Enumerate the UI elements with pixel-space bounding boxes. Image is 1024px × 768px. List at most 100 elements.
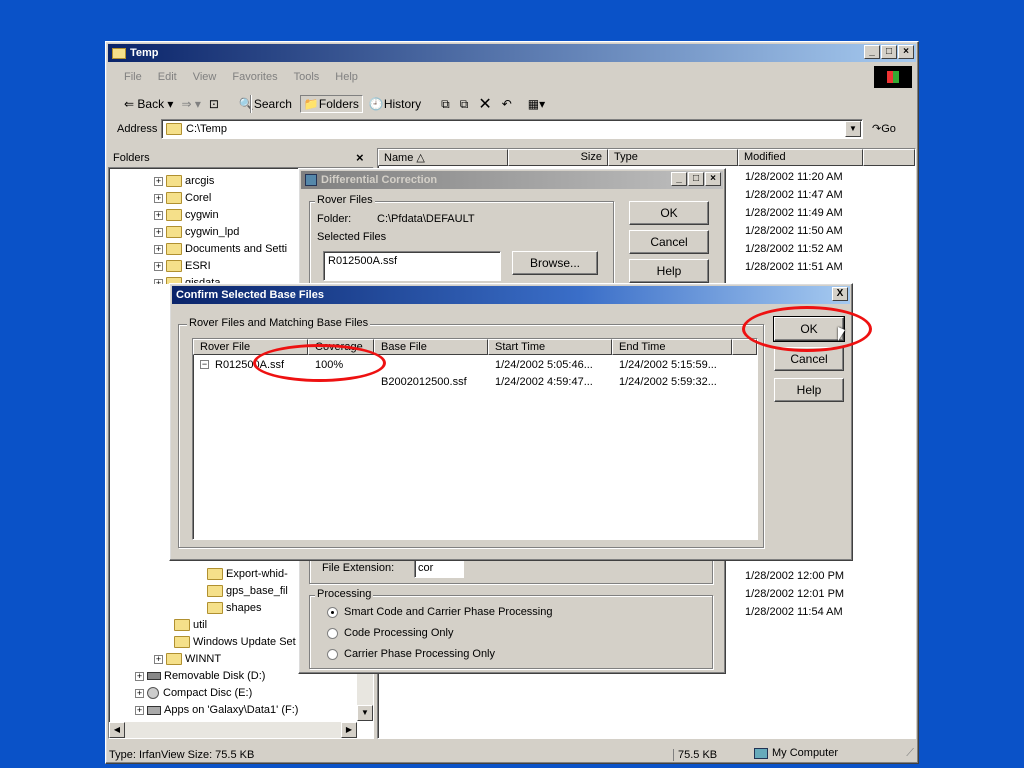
tree-item[interactable]: + Corel	[154, 190, 211, 206]
selected-file[interactable]: R012500A.ssf	[328, 255, 397, 267]
differential-titlebar[interactable]: Differential Correction _ □ ×	[301, 171, 723, 189]
copy-to-icon[interactable]: ⧉	[460, 97, 469, 112]
column-base-file[interactable]: Base File	[374, 339, 488, 355]
forward-button[interactable]: ⇒ ▾	[181, 97, 200, 111]
go-button[interactable]: ↷Go	[872, 122, 896, 135]
maximize-button[interactable]: □	[688, 172, 704, 186]
option-carrier-only[interactable]: Carrier Phase Processing Only	[327, 648, 495, 660]
file-extension-input[interactable]: cor	[414, 559, 464, 578]
folders-button[interactable]: 📁Folders	[299, 95, 363, 113]
radio-icon	[327, 648, 338, 660]
base-file-cell: B2002012500.ssf	[381, 376, 467, 388]
status-bar: Type: IrfanView Size: 75.5 KB 75.5 KB My…	[108, 743, 916, 763]
column-end-time[interactable]: End Time	[612, 339, 732, 355]
differential-title: Differential Correction	[321, 174, 438, 186]
folder-label: Folder:	[317, 213, 352, 225]
tree-item[interactable]: + ESRI	[154, 258, 211, 274]
close-button[interactable]: X	[832, 287, 848, 301]
tree-item[interactable]: shapes	[207, 600, 261, 616]
search-button[interactable]: 🔍Search	[239, 97, 292, 111]
close-button[interactable]: ×	[898, 45, 914, 59]
scroll-down-button[interactable]: ▼	[357, 705, 373, 721]
confirm-titlebar[interactable]: Confirm Selected Base Files X	[172, 286, 850, 304]
folder-icon	[166, 209, 182, 222]
start-time-cell: 1/24/2002 5:05:46...	[495, 359, 593, 371]
annotation-ring-coverage	[253, 344, 386, 382]
tree-horizontal-scrollbar[interactable]: ◀ ▶	[109, 722, 357, 738]
browse-button[interactable]: Browse...	[512, 251, 598, 275]
menu-bar: File Edit View Favorites Tools Help	[110, 67, 870, 87]
move-to-icon[interactable]: ⧉	[441, 97, 450, 112]
cd-drive-icon	[147, 687, 159, 700]
up-folder-icon[interactable]: ⊡	[209, 97, 219, 111]
folder-icon	[166, 192, 182, 205]
menu-view[interactable]: View	[193, 71, 217, 83]
scroll-right-button[interactable]: ▶	[341, 722, 357, 738]
tree-item[interactable]: + cygwin	[154, 207, 219, 223]
minimize-button[interactable]: _	[864, 45, 880, 59]
minimize-button[interactable]: _	[671, 172, 687, 186]
tree-item[interactable]: + Compact Disc (E:)	[135, 685, 252, 701]
column-size[interactable]: Size	[508, 149, 608, 166]
history-button[interactable]: 🕘History	[369, 97, 421, 111]
tree-item[interactable]: Export-whid-	[207, 566, 288, 582]
file-extension-label: File Extension:	[322, 562, 395, 574]
window-title: Temp	[130, 47, 159, 59]
close-folders-pane-icon[interactable]: ×	[356, 150, 364, 165]
modified-cell: 1/28/2002 11:51 AM	[745, 261, 843, 273]
collapse-icon[interactable]: −	[200, 360, 209, 369]
help-button[interactable]: Help	[629, 259, 709, 283]
tree-item[interactable]: + Removable Disk (D:)	[135, 668, 265, 684]
menu-favorites[interactable]: Favorites	[232, 71, 277, 83]
tree-item[interactable]: + Documents and Setti	[154, 241, 287, 257]
folder-icon	[166, 653, 182, 666]
tree-item[interactable]: + cygwin_lpd	[154, 224, 239, 240]
menu-help[interactable]: Help	[335, 71, 358, 83]
menu-file[interactable]: File	[124, 71, 142, 83]
undo-icon[interactable]: ↶	[502, 97, 512, 111]
cancel-button[interactable]: Cancel	[629, 230, 709, 254]
menu-tools[interactable]: Tools	[294, 71, 320, 83]
tree-item[interactable]: + WINNT	[154, 651, 221, 667]
modified-cell: 1/28/2002 11:49 AM	[745, 207, 843, 219]
modified-cell: 1/28/2002 12:00 PM	[745, 570, 845, 582]
folder-icon	[166, 243, 182, 256]
removable-disk-icon	[147, 672, 161, 681]
tree-item[interactable]: + Apps on 'Galaxy\Data1' (F:)	[135, 702, 298, 718]
back-button[interactable]: ⇐ Back ▾	[124, 97, 173, 111]
selected-files-list[interactable]: R012500A.ssf	[323, 251, 501, 281]
maximize-button[interactable]: □	[881, 45, 897, 59]
delete-icon[interactable]: ✕	[478, 94, 491, 114]
scroll-left-button[interactable]: ◀	[109, 722, 125, 738]
menu-edit[interactable]: Edit	[158, 71, 177, 83]
column-modified[interactable]: Modified	[738, 149, 863, 166]
ok-button[interactable]: OK	[629, 201, 709, 225]
selected-files-label: Selected Files	[317, 231, 387, 243]
folder-icon	[207, 568, 223, 581]
tree-item[interactable]: + arcgis	[154, 173, 214, 189]
option-smart-code[interactable]: Smart Code and Carrier Phase Processing	[327, 606, 552, 618]
address-input[interactable]: C:\Temp ▼	[161, 119, 863, 139]
explorer-titlebar[interactable]: Temp _ □ ×	[108, 44, 916, 62]
close-button[interactable]: ×	[705, 172, 721, 186]
column-spacer	[863, 149, 915, 166]
tree-item[interactable]: gps_base_fil	[207, 583, 288, 599]
address-dropdown[interactable]: ▼	[845, 121, 861, 137]
network-drive-icon	[147, 705, 161, 715]
tree-item[interactable]: Windows Update Set	[174, 634, 296, 650]
resize-grip-icon[interactable]: ⟋	[906, 747, 914, 760]
folder-icon	[174, 619, 190, 632]
tree-item[interactable]: util	[174, 617, 207, 633]
column-type[interactable]: Type	[608, 149, 738, 166]
windows-logo-icon	[874, 66, 912, 88]
views-icon[interactable]: ▦▾	[528, 97, 545, 111]
folders-pane-title: Folders	[113, 152, 150, 164]
folder-icon	[166, 123, 182, 135]
folder-icon	[174, 636, 190, 649]
option-code-only[interactable]: Code Processing Only	[327, 627, 453, 639]
matching-files-label: Rover Files and Matching Base Files	[187, 317, 371, 329]
confirm-help-button[interactable]: Help	[774, 378, 844, 402]
computer-icon	[754, 747, 768, 759]
column-start-time[interactable]: Start Time	[488, 339, 612, 355]
column-name[interactable]: Name △	[378, 149, 508, 166]
